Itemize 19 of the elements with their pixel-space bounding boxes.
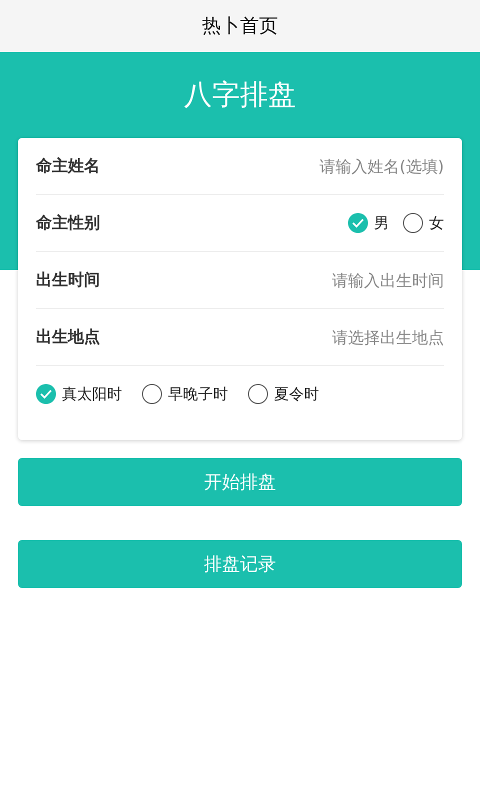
input-field[interactable]: 请输入姓名(选填): [224, 156, 444, 176]
option-label[interactable]: 夏令时: [274, 384, 319, 404]
field-label: 出生时间: [36, 270, 100, 290]
input-field[interactable]: 请选择出生地点: [224, 328, 444, 346]
input-field[interactable]: 请输入出生时间: [224, 270, 444, 290]
option-label[interactable]: 早晚子时: [168, 384, 228, 404]
radio-icon[interactable]: [248, 384, 268, 404]
option-label[interactable]: 真太阳时: [62, 384, 122, 404]
checked-radio-icon[interactable]: [36, 384, 56, 404]
option-label[interactable]: 男: [374, 214, 389, 232]
field-label: 命主姓名: [36, 156, 100, 176]
banner-title: 八字排盘: [184, 77, 296, 113]
field-label: 命主性别: [36, 212, 100, 234]
header-title: 热卜首页: [202, 14, 278, 39]
radio-icon[interactable]: [403, 213, 423, 233]
radio-icon[interactable]: [142, 384, 162, 404]
checked-radio-icon[interactable]: [348, 213, 368, 233]
option-label[interactable]: 女: [429, 214, 444, 232]
field-label: 出生地点: [36, 326, 100, 348]
